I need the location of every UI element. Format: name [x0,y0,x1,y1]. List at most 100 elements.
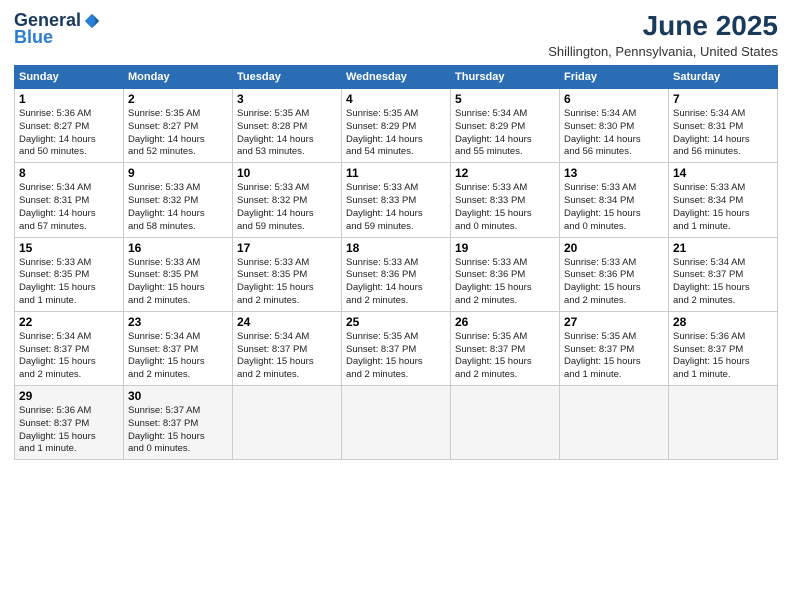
calendar-cell [669,386,778,460]
day-info: Sunrise: 5:35 AM Sunset: 8:28 PM Dayligh… [237,108,337,159]
calendar-cell: 21 Sunrise: 5:34 AM Sunset: 8:37 PM Dayli… [669,237,778,311]
day-info: Sunrise: 5:35 AM Sunset: 8:29 PM Dayligh… [346,108,446,159]
day-number: 21 [673,241,773,255]
day-number: 4 [346,92,446,106]
calendar-cell: 4 Sunrise: 5:35 AM Sunset: 8:29 PM Daylig… [342,89,451,163]
day-info: Sunrise: 5:33 AM Sunset: 8:36 PM Dayligh… [346,257,446,308]
day-info: Sunrise: 5:34 AM Sunset: 8:31 PM Dayligh… [673,108,773,159]
day-number: 23 [128,315,228,329]
calendar-cell: 25 Sunrise: 5:35 AM Sunset: 8:37 PM Dayli… [342,311,451,385]
day-number: 24 [237,315,337,329]
month-title: June 2025 [548,10,778,42]
day-info: Sunrise: 5:34 AM Sunset: 8:37 PM Dayligh… [673,257,773,308]
calendar-cell: 9 Sunrise: 5:33 AM Sunset: 8:32 PM Daylig… [124,163,233,237]
day-info: Sunrise: 5:33 AM Sunset: 8:35 PM Dayligh… [19,257,119,308]
day-info: Sunrise: 5:35 AM Sunset: 8:27 PM Dayligh… [128,108,228,159]
calendar-cell: 22Sunrise: 5:34 AM Sunset: 8:37 PM Dayli… [15,311,124,385]
calendar-cell [342,386,451,460]
calendar-cell: 12Sunrise: 5:33 AM Sunset: 8:33 PM Dayli… [451,163,560,237]
calendar-cell: 5 Sunrise: 5:34 AM Sunset: 8:29 PM Daylig… [451,89,560,163]
calendar-cell: 13 Sunrise: 5:33 AM Sunset: 8:34 PM Dayli… [560,163,669,237]
calendar-cell: 1 Sunrise: 5:36 AM Sunset: 8:27 PM Daylig… [15,89,124,163]
calendar-cell [233,386,342,460]
day-info: Sunrise: 5:36 AM Sunset: 8:37 PM Dayligh… [19,405,119,456]
calendar-cell: 17Sunrise: 5:33 AM Sunset: 8:35 PM Dayli… [233,237,342,311]
logo-icon [83,12,101,30]
day-number: 8 [19,166,119,180]
day-number: 25 [346,315,446,329]
calendar-cell: 18Sunrise: 5:33 AM Sunset: 8:36 PM Dayli… [342,237,451,311]
calendar-cell: 20 Sunrise: 5:33 AM Sunset: 8:36 PM Dayli… [560,237,669,311]
day-info: Sunrise: 5:34 AM Sunset: 8:37 PM Dayligh… [128,331,228,382]
day-info: Sunrise: 5:33 AM Sunset: 8:33 PM Dayligh… [346,182,446,233]
calendar-cell: 23 Sunrise: 5:34 AM Sunset: 8:37 PM Dayli… [124,311,233,385]
calendar-cell [451,386,560,460]
calendar-cell: 15 Sunrise: 5:33 AM Sunset: 8:35 PM Dayli… [15,237,124,311]
day-number: 3 [237,92,337,106]
day-info: Sunrise: 5:35 AM Sunset: 8:37 PM Dayligh… [564,331,664,382]
day-info: Sunrise: 5:34 AM Sunset: 8:31 PM Dayligh… [19,182,119,233]
day-info: Sunrise: 5:35 AM Sunset: 8:37 PM Dayligh… [346,331,446,382]
header-thursday: Thursday [451,66,560,89]
day-number: 26 [455,315,555,329]
day-info: Sunrise: 5:33 AM Sunset: 8:34 PM Dayligh… [673,182,773,233]
day-number: 2 [128,92,228,106]
calendar-cell: 10 Sunrise: 5:33 AM Sunset: 8:32 PM Dayli… [233,163,342,237]
day-number: 27 [564,315,664,329]
calendar-cell [560,386,669,460]
calendar-cell: 29Sunrise: 5:36 AM Sunset: 8:37 PM Dayli… [15,386,124,460]
page: General Blue June 2025 Shillington, Penn… [0,0,792,612]
calendar-cell: 11 Sunrise: 5:33 AM Sunset: 8:33 PM Dayli… [342,163,451,237]
day-number: 13 [564,166,664,180]
day-number: 12 [455,166,555,180]
day-info: Sunrise: 5:34 AM Sunset: 8:30 PM Dayligh… [564,108,664,159]
calendar-week-1: 1 Sunrise: 5:36 AM Sunset: 8:27 PM Daylig… [15,89,778,163]
calendar-cell: 30Sunrise: 5:37 AM Sunset: 8:37 PM Dayli… [124,386,233,460]
calendar-header-row: SundayMondayTuesdayWednesdayThursdayFrid… [15,66,778,89]
day-number: 5 [455,92,555,106]
calendar-week-3: 15 Sunrise: 5:33 AM Sunset: 8:35 PM Dayli… [15,237,778,311]
logo: General Blue [14,10,101,48]
header-monday: Monday [124,66,233,89]
day-number: 17 [237,241,337,255]
calendar-cell: 7 Sunrise: 5:34 AM Sunset: 8:31 PM Daylig… [669,89,778,163]
calendar-week-2: 8 Sunrise: 5:34 AM Sunset: 8:31 PM Daylig… [15,163,778,237]
calendar-cell: 24Sunrise: 5:34 AM Sunset: 8:37 PM Dayli… [233,311,342,385]
day-info: Sunrise: 5:33 AM Sunset: 8:32 PM Dayligh… [128,182,228,233]
calendar-cell: 19 Sunrise: 5:33 AM Sunset: 8:36 PM Dayli… [451,237,560,311]
day-number: 20 [564,241,664,255]
day-number: 10 [237,166,337,180]
day-number: 28 [673,315,773,329]
header-tuesday: Tuesday [233,66,342,89]
calendar-cell: 6Sunrise: 5:34 AM Sunset: 8:30 PM Daylig… [560,89,669,163]
day-number: 14 [673,166,773,180]
header-sunday: Sunday [15,66,124,89]
calendar-cell: 27 Sunrise: 5:35 AM Sunset: 8:37 PM Dayli… [560,311,669,385]
day-number: 22 [19,315,119,329]
day-info: Sunrise: 5:36 AM Sunset: 8:27 PM Dayligh… [19,108,119,159]
day-info: Sunrise: 5:33 AM Sunset: 8:36 PM Dayligh… [455,257,555,308]
location-title: Shillington, Pennsylvania, United States [548,44,778,59]
day-number: 9 [128,166,228,180]
day-info: Sunrise: 5:33 AM Sunset: 8:34 PM Dayligh… [564,182,664,233]
day-number: 15 [19,241,119,255]
day-number: 1 [19,92,119,106]
calendar-week-4: 22 Sunrise: 5:34 AM Sunset: 8:37 PM Dayli… [15,311,778,385]
calendar-week-5: 29Sunrise: 5:36 AM Sunset: 8:37 PM Dayli… [15,386,778,460]
day-info: Sunrise: 5:35 AM Sunset: 8:37 PM Dayligh… [455,331,555,382]
title-area: June 2025 Shillington, Pennsylvania, Uni… [548,10,778,59]
day-info: Sunrise: 5:36 AM Sunset: 8:37 PM Dayligh… [673,331,773,382]
calendar-cell: 28 Sunrise: 5:36 AM Sunset: 8:37 PM Dayli… [669,311,778,385]
day-number: 19 [455,241,555,255]
calendar-cell: 3 Sunrise: 5:35 AM Sunset: 8:28 PM Daylig… [233,89,342,163]
day-info: Sunrise: 5:33 AM Sunset: 8:36 PM Dayligh… [564,257,664,308]
calendar-cell: 2 Sunrise: 5:35 AM Sunset: 8:27 PM Daylig… [124,89,233,163]
header: General Blue June 2025 Shillington, Penn… [14,10,778,59]
calendar-cell: 14 Sunrise: 5:33 AM Sunset: 8:34 PM Dayli… [669,163,778,237]
day-number: 11 [346,166,446,180]
day-number: 7 [673,92,773,106]
day-number: 16 [128,241,228,255]
header-wednesday: Wednesday [342,66,451,89]
day-info: Sunrise: 5:33 AM Sunset: 8:32 PM Dayligh… [237,182,337,233]
day-info: Sunrise: 5:34 AM Sunset: 8:29 PM Dayligh… [455,108,555,159]
